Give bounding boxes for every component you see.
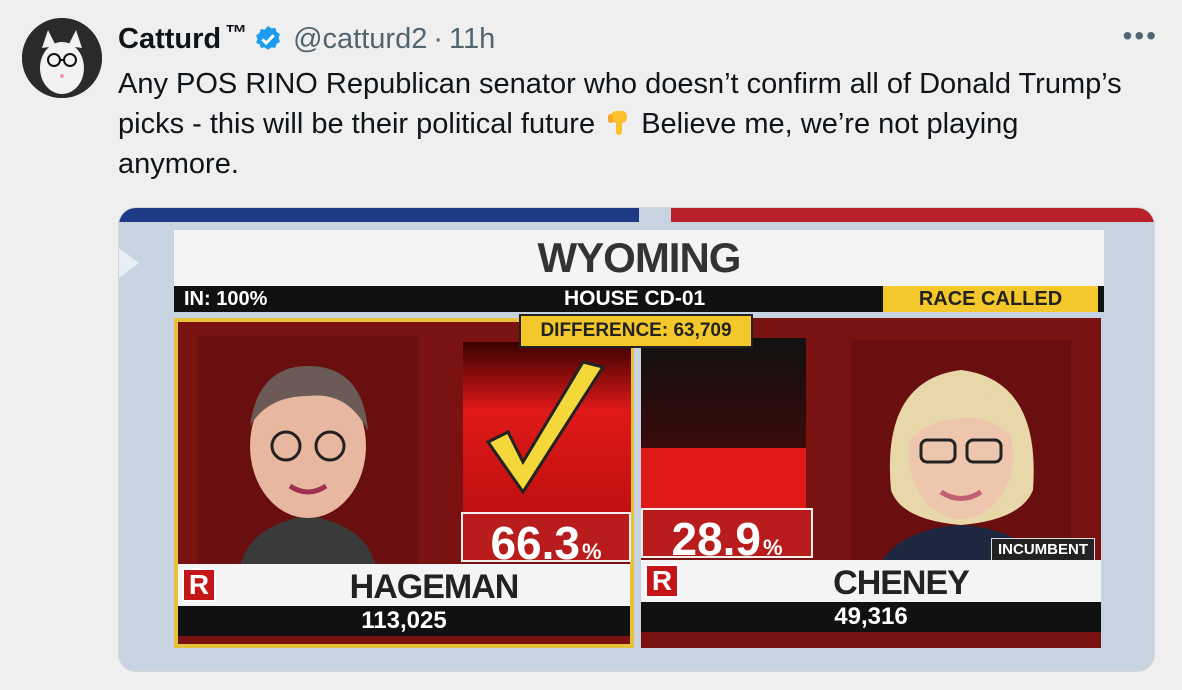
election-results-board: WYOMING IN: 100% HOUSE CD-01 RACE CALLED… <box>174 230 1104 660</box>
author-handle[interactable]: @catturd2 <box>293 23 427 56</box>
cheney-vote-bar <box>641 448 806 508</box>
cheney-name: CHENEY <box>833 564 970 602</box>
cheney-percent-value: 28.9 <box>671 513 761 565</box>
cheney-bar-background <box>641 338 806 448</box>
author-name[interactable]: Catturd <box>118 23 221 56</box>
race-called-badge: RACE CALLED <box>883 286 1098 312</box>
pointing-down-hand-icon <box>608 111 628 135</box>
star-decoration-icon <box>119 248 139 278</box>
separator-dot: · <box>433 22 444 55</box>
info-bar: IN: 100% HOUSE CD-01 RACE CALLED <box>174 286 1104 312</box>
state-title: WYOMING <box>174 230 1104 286</box>
cheney-votes: 49,316 <box>641 602 1101 632</box>
trademark-symbol: ™ <box>225 20 248 45</box>
party-badge: R <box>645 564 679 598</box>
hageman-percent: 66.3% <box>461 512 631 569</box>
party-badge: R <box>182 568 216 602</box>
decor-stripe-blue <box>119 208 639 222</box>
hageman-photo <box>198 336 418 586</box>
tweet-text: Any POS RINO Republican senator who does… <box>118 64 1128 184</box>
hageman-name: HAGEMAN <box>349 568 520 606</box>
difference-label: DIFFERENCE: 63,709 <box>519 314 753 348</box>
hageman-percent-sign: % <box>581 539 602 564</box>
tweet-header: Catturd ™ @catturd2 · 11h <box>118 20 495 56</box>
more-options-icon[interactable]: ••• <box>1123 20 1158 52</box>
hageman-percent-value: 66.3 <box>490 517 580 569</box>
cat-avatar-icon <box>22 18 102 98</box>
hageman-votes: 113,025 <box>178 606 630 636</box>
candidate-panel-hageman: 66.3% R HAGEMAN 113,025 <box>174 318 634 648</box>
decor-stripe-red <box>671 208 1154 222</box>
winner-checkmark-icon <box>485 360 606 495</box>
reporting-percent: IN: 100% <box>184 288 268 310</box>
candidate-panel-cheney: 28.9% INCUMBENT R CHENEY 49,316 <box>641 318 1101 648</box>
hageman-name-row: R HAGEMAN <box>178 564 630 606</box>
author-avatar[interactable] <box>22 18 102 98</box>
district-label: HOUSE CD-01 <box>564 287 706 310</box>
cheney-name-row: R CHENEY <box>641 560 1101 602</box>
cheney-percent-sign: % <box>762 535 783 560</box>
tweet-timestamp[interactable]: 11h <box>449 23 495 56</box>
incumbent-badge: INCUMBENT <box>991 538 1095 561</box>
tweet-media-image[interactable]: WYOMING IN: 100% HOUSE CD-01 RACE CALLED… <box>118 207 1155 672</box>
cheney-percent: 28.9% <box>641 508 813 565</box>
verified-badge-icon[interactable] <box>253 24 283 54</box>
